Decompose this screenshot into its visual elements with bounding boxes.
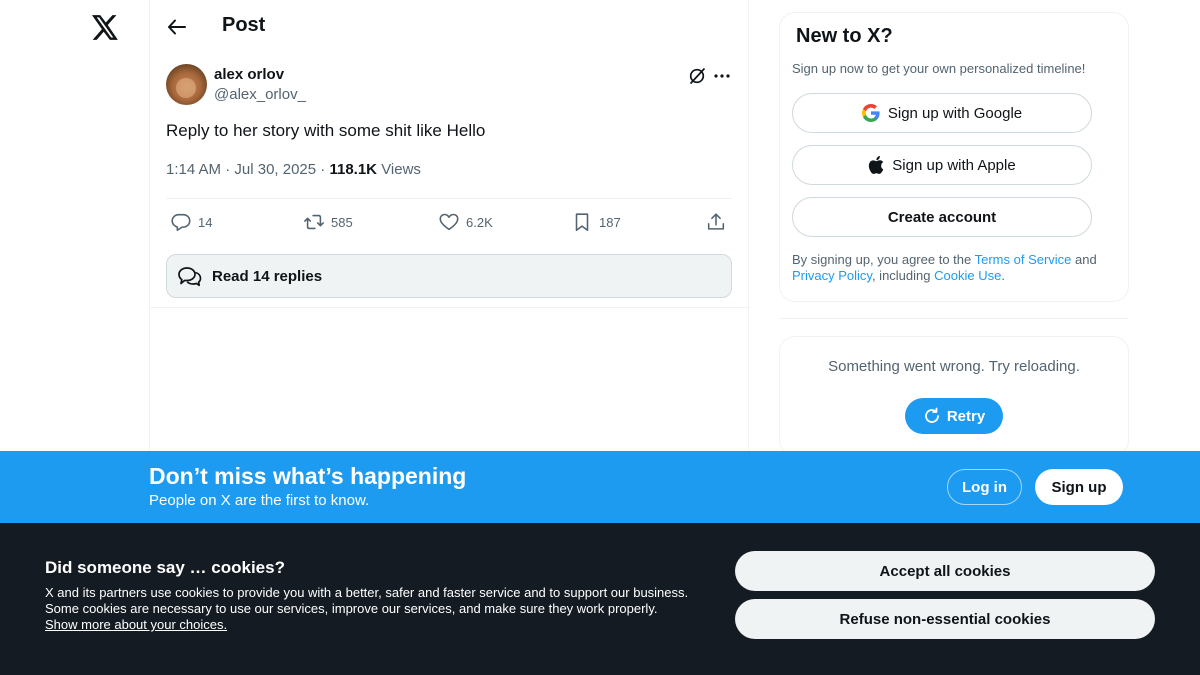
login-banner: Don’t miss what’s happening People on X …	[0, 451, 1200, 523]
like-count: 6.2K	[466, 214, 493, 230]
read-replies-button[interactable]: Read 14 replies	[166, 254, 732, 298]
refuse-cookies-button[interactable]: Refuse non-essential cookies	[735, 599, 1155, 639]
google-icon	[861, 104, 880, 122]
share-button[interactable]	[705, 210, 727, 234]
repost-button[interactable]: 585	[303, 210, 353, 234]
tweet: alex orlov @alex_orlov_ Reply to her sto…	[150, 53, 750, 308]
divider	[779, 318, 1129, 319]
login-button[interactable]: Log in	[947, 469, 1022, 505]
terms-prefix: By signing up, you agree to the	[792, 252, 975, 267]
reply-icon	[171, 213, 191, 232]
conversation-icon	[178, 267, 202, 287]
bookmark-button[interactable]: 187	[571, 210, 621, 234]
signup-apple-label: Sign up with Apple	[892, 156, 1016, 174]
signup-google-button[interactable]: Sign up with Google	[792, 93, 1092, 133]
retry-button[interactable]: Retry	[905, 398, 1003, 434]
author-name[interactable]: alex orlov	[214, 66, 284, 83]
post-header: Post	[150, 0, 750, 53]
create-account-button[interactable]: Create account	[792, 197, 1092, 237]
page-title: Post	[222, 14, 266, 36]
apple-icon	[869, 156, 884, 174]
read-replies-label: Read 14 replies	[212, 267, 323, 285]
more-icon[interactable]	[712, 66, 732, 86]
signup-google-label: Sign up with Google	[887, 104, 1023, 122]
terms-including: , including	[871, 268, 935, 283]
bookmark-count: 187	[599, 214, 621, 230]
arrow-left-icon[interactable]	[162, 12, 192, 42]
like-button[interactable]: 6.2K	[438, 210, 493, 234]
repost-icon	[304, 214, 324, 230]
tweet-date[interactable]: Jul 30, 2025	[234, 161, 316, 178]
share-icon	[707, 213, 725, 230]
accept-cookies-button[interactable]: Accept all cookies	[735, 551, 1155, 591]
signup-title: New to X?	[796, 25, 893, 47]
tweet-time[interactable]: 1:14 AM	[166, 161, 221, 178]
author-handle[interactable]: @alex_orlov_	[214, 86, 306, 103]
heart-icon	[439, 213, 459, 231]
cookie-use-link[interactable]: Cookie Use	[934, 268, 1001, 283]
cookie-description: X and its partners use cookies to provid…	[45, 585, 689, 616]
terms-period: .	[1001, 268, 1005, 283]
error-message: Something went wrong. Try reloading.	[828, 358, 1080, 375]
views-label: Views	[381, 161, 421, 178]
meta-separator: ·	[320, 161, 326, 178]
terms-of-service-link[interactable]: Terms of Service	[975, 252, 1072, 267]
tweet-text: Reply to her story with some shit like H…	[166, 121, 486, 140]
reply-button[interactable]: 14	[170, 210, 212, 234]
error-card: Something went wrong. Try reloading. Ret…	[779, 336, 1129, 456]
x-logo-icon[interactable]	[88, 10, 122, 44]
privacy-policy-link[interactable]: Privacy Policy	[792, 268, 872, 283]
view-count: 118.1K	[329, 161, 378, 178]
repost-count: 585	[331, 214, 353, 230]
terms-and: and	[1071, 252, 1097, 267]
banner-subtitle: People on X are the first to know.	[149, 492, 370, 509]
action-bar: 14 585 6.2K 187	[166, 210, 732, 234]
signup-button[interactable]: Sign up	[1035, 469, 1123, 505]
tweet-meta: 1:14 AM · Jul 30, 2025 · 118.1K Views	[166, 161, 421, 178]
divider	[166, 198, 732, 199]
banner-title: Don’t miss what’s happening	[149, 463, 467, 489]
cookie-choices-link[interactable]: Show more about your choices.	[45, 617, 227, 632]
grok-icon[interactable]	[687, 66, 707, 86]
avatar[interactable]	[166, 64, 207, 105]
meta-separator: ·	[225, 161, 231, 178]
refresh-icon	[924, 407, 939, 423]
cookie-title: Did someone say … cookies?	[45, 558, 285, 577]
signup-subtitle: Sign up now to get your own personalized…	[792, 61, 1086, 76]
reply-count: 14	[198, 214, 213, 230]
signup-apple-button[interactable]: Sign up with Apple	[792, 145, 1092, 185]
terms-text: By signing up, you agree to the Terms of…	[792, 252, 1122, 284]
cookie-text: X and its partners use cookies to provid…	[45, 585, 690, 633]
retry-label: Retry	[946, 407, 986, 425]
cookie-consent-bar: Did someone say … cookies? X and its par…	[0, 523, 1200, 675]
bookmark-icon	[575, 213, 589, 232]
signup-card: New to X? Sign up now to get your own pe…	[779, 12, 1129, 302]
